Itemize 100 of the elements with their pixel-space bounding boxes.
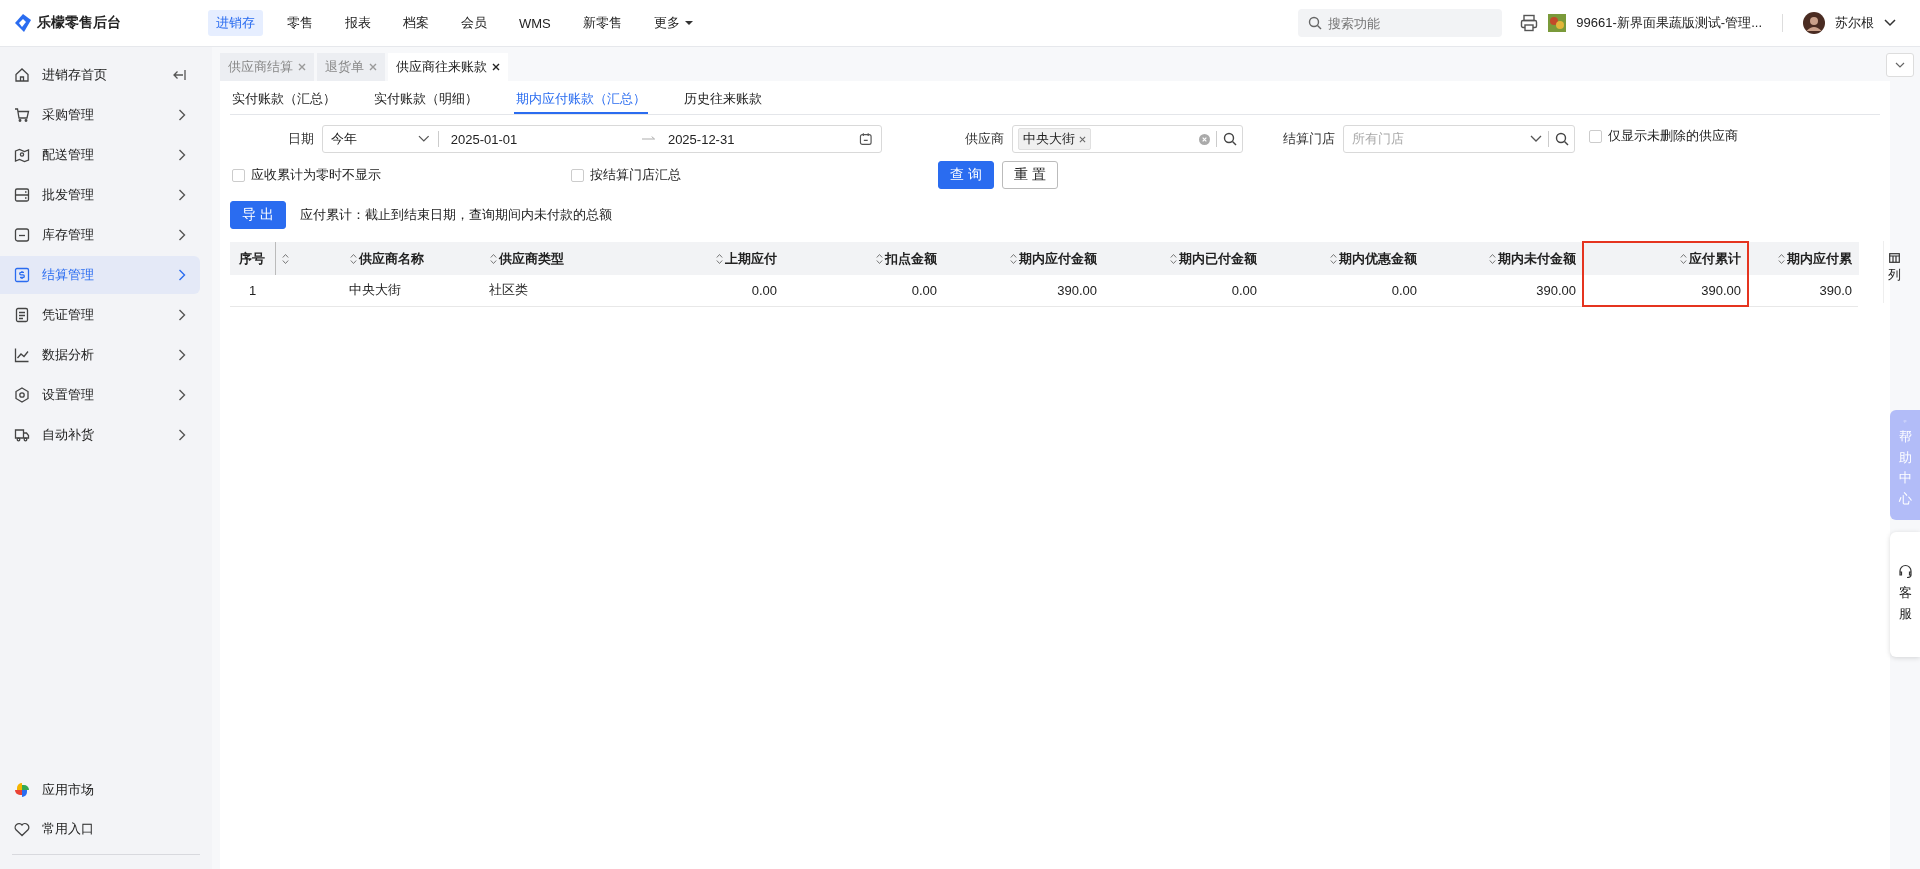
close-icon[interactable] (492, 63, 500, 71)
checkbox[interactable] (1589, 129, 1602, 143)
chevron-right-icon (178, 149, 186, 161)
chevron-down-icon (1530, 135, 1542, 143)
logo-icon (15, 14, 31, 32)
top-nav-tab[interactable]: 报表 (337, 10, 379, 36)
sidebar-item[interactable]: 自动补货 (0, 416, 200, 454)
table-cell: 0.00 (623, 275, 783, 306)
note-text: 应付累计：截止到结束日期，查询期间内未付款的总额 (299, 206, 612, 224)
column-header[interactable]: 供应商名称 (343, 242, 483, 275)
chevron-right-icon (178, 309, 186, 321)
app-title: 乐檬零售后台 (37, 14, 121, 32)
top-nav-tab[interactable]: 会员 (453, 10, 495, 36)
table-cell: 390.00 (1423, 275, 1583, 306)
sub-tab[interactable]: 历史往来账款 (682, 85, 764, 114)
store-name[interactable]: 99661-新界面果蔬版测试-管理... (1576, 14, 1762, 32)
sort-icon[interactable] (1329, 252, 1337, 265)
filter-label: 结算门店 (1282, 130, 1336, 148)
chevron-right-icon (178, 109, 186, 121)
query-button[interactable]: 查 询 (938, 161, 994, 189)
avatar-icon[interactable] (1803, 12, 1825, 34)
chevron-down-icon (418, 135, 430, 143)
sort-icon[interactable] (489, 252, 497, 265)
chart-icon (14, 347, 30, 363)
column-header[interactable]: 期内优惠金额 (1263, 242, 1423, 275)
caret-icon (684, 20, 693, 26)
sidebar-item[interactable]: 进销存首页 (0, 56, 200, 94)
sidebar-item[interactable]: 采购管理 (0, 96, 200, 134)
clear-icon[interactable] (1199, 133, 1210, 145)
page-tab[interactable]: 供应商往来账款 (388, 53, 508, 81)
calendar-icon (859, 132, 873, 146)
chevron-right-icon (178, 229, 186, 241)
table-cell: 0.00 (783, 275, 943, 306)
sort-icon[interactable] (875, 252, 883, 265)
heart-icon (14, 821, 30, 837)
supplier-select[interactable]: 中央大街 (1012, 125, 1243, 153)
column-header[interactable]: 期内应付金额 (943, 242, 1103, 275)
top-nav-tab[interactable]: 档案 (395, 10, 437, 36)
filter-label: 日期 (287, 130, 315, 148)
column-header[interactable]: 上期应付 (623, 242, 783, 275)
filter-label: 供应商 (964, 130, 1005, 148)
date-range-field[interactable]: 今年 2025-01-01 2025-12-31 (322, 125, 882, 153)
checkbox-label: 按结算门店汇总 (590, 166, 681, 184)
chevron-right-icon (178, 349, 186, 361)
collapse-button[interactable] (1886, 53, 1914, 77)
sort-icon[interactable] (715, 252, 723, 265)
column-header[interactable]: 序号 (230, 242, 275, 275)
reset-button[interactable]: 重 置 (1001, 161, 1058, 189)
sidebar-item[interactable]: 配送管理 (0, 136, 200, 174)
export-button[interactable]: 导 出 (230, 201, 286, 229)
gear-icon (14, 387, 30, 403)
columns-icon (1888, 253, 1900, 263)
sidebar-item[interactable]: 数据分析 (0, 336, 200, 374)
user-name[interactable]: 苏尔根 (1835, 14, 1874, 32)
column-header[interactable]: 期内未付金额 (1423, 242, 1583, 275)
search-field[interactable]: 搜索功能 (1298, 9, 1503, 37)
printer-icon[interactable] (1520, 14, 1539, 32)
sort-icon[interactable] (1489, 252, 1496, 265)
chevron-down-icon (1895, 62, 1905, 68)
top-nav-tab[interactable]: 新零售 (574, 10, 630, 36)
top-nav-tab[interactable]: 零售 (279, 10, 321, 36)
sub-tab[interactable]: 实付账款（汇总） (230, 85, 338, 114)
column-header[interactable]: 扣点金额 (783, 242, 943, 275)
top-nav-tab[interactable]: WMS (511, 11, 559, 35)
column-header[interactable]: 应付累计 (1583, 242, 1748, 275)
sidebar-link[interactable]: 应用市场 (0, 771, 200, 809)
top-nav-tab[interactable]: 更多 (645, 10, 701, 36)
sort-icon[interactable] (1009, 252, 1017, 265)
table-cell: 中央大街 (343, 275, 483, 306)
search-icon[interactable] (1555, 132, 1569, 146)
collapse-icon[interactable] (172, 69, 186, 81)
headset-icon (1897, 564, 1913, 580)
box-icon (14, 227, 30, 243)
table-cell: 社区类 (483, 275, 623, 306)
search-icon (1308, 16, 1323, 30)
sidebar-item[interactable]: 凭证管理 (0, 296, 200, 334)
top-nav-tab[interactable]: 进销存 (208, 10, 263, 36)
sidebar-item[interactable]: 批发管理 (0, 176, 200, 214)
chevron-right-icon (178, 189, 186, 201)
customer-service-tab[interactable]: 客服 (1890, 532, 1920, 657)
column-header[interactable]: 期内应付累 (1748, 242, 1858, 275)
chevron-down-icon[interactable] (1884, 19, 1896, 27)
sidebar-item[interactable]: 库存管理 (0, 216, 200, 254)
sub-tab[interactable]: 期内应付账款（汇总） (514, 85, 648, 114)
sort-icon[interactable] (1169, 252, 1177, 265)
column-header[interactable]: 供应商类型 (483, 242, 623, 275)
sidebar-item[interactable]: 设置管理 (0, 376, 200, 414)
sort-icon[interactable] (1777, 252, 1785, 265)
checkbox[interactable] (571, 168, 584, 182)
sort-icon[interactable] (281, 252, 289, 265)
sort-icon[interactable] (1680, 253, 1687, 265)
search-icon[interactable] (1223, 132, 1237, 146)
sub-tab[interactable]: 实付账款（明细） (372, 85, 480, 114)
column-header[interactable]: 期内已付金额 (1103, 242, 1263, 275)
column-settings-button[interactable]: 列 (1883, 241, 1904, 303)
sidebar-item[interactable]: 结算管理 (0, 256, 200, 294)
sidebar-link[interactable]: 常用入口 (0, 810, 200, 848)
checkbox[interactable] (232, 168, 245, 182)
sort-icon[interactable] (349, 252, 357, 265)
truck-icon (14, 427, 30, 443)
